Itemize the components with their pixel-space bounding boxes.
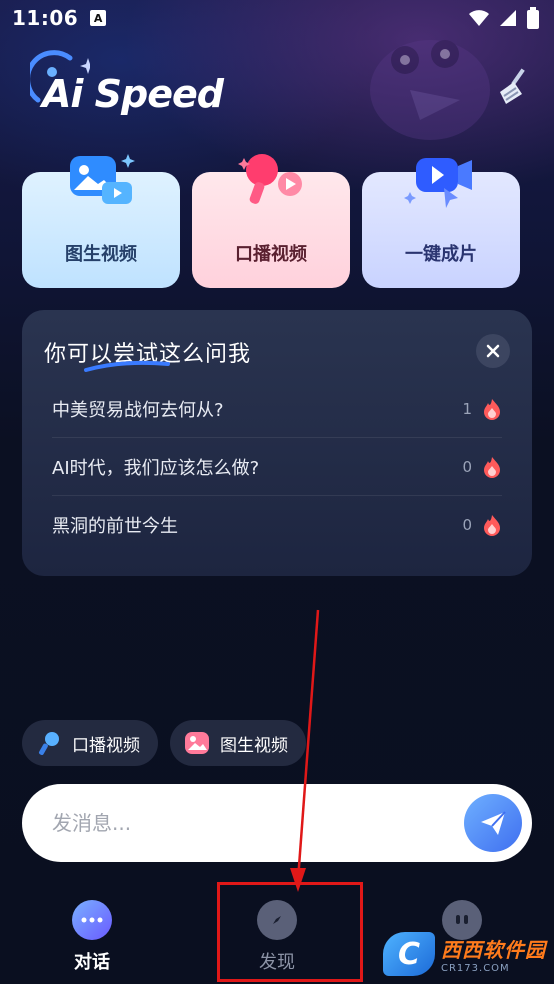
bottom-navigation: 对话 发现	[0, 890, 554, 984]
fire-icon	[484, 399, 500, 420]
quick-action-chips: 口播视频 图生视频	[22, 720, 306, 766]
nav-label: 发现	[259, 952, 295, 973]
chip-label: 图生视频	[220, 735, 288, 756]
feature-card-talking-video[interactable]: 口播视频	[192, 154, 350, 288]
suggestion-item[interactable]: AI时代，我们应该怎么做? 0	[52, 438, 502, 496]
microphone-icon	[39, 732, 59, 755]
close-suggestions-button[interactable]	[476, 334, 510, 368]
feature-label: 口播视频	[235, 244, 307, 265]
status-time: 11:06	[12, 6, 79, 30]
feature-card-image-to-video[interactable]: 图生视频	[22, 154, 180, 288]
chip-label: 口播视频	[72, 735, 140, 756]
suggestion-text: AI时代，我们应该怎么做?	[52, 457, 260, 479]
suggestion-item[interactable]: 黑洞的前世今生 0	[52, 496, 502, 554]
compass-icon	[257, 900, 297, 940]
profile-face-icon	[442, 900, 482, 940]
chip-image-video[interactable]: 图生视频	[170, 720, 306, 766]
nav-tab-discover[interactable]: 发现	[217, 890, 337, 974]
suggestion-text: 中美贸易战何去何从?	[52, 399, 224, 421]
hot-count: 0	[462, 516, 472, 534]
hot-count: 1	[462, 399, 472, 418]
logo-text: Ai Speed	[42, 72, 224, 116]
send-icon	[481, 811, 506, 835]
image-video-icon	[70, 154, 135, 204]
suggestion-text: 黑洞的前世今生	[52, 516, 178, 537]
suggestion-item[interactable]: 中美贸易战何去何从? 1	[52, 380, 502, 438]
message-composer	[22, 784, 532, 862]
close-icon	[486, 344, 500, 358]
nav-label: 对话	[74, 952, 110, 973]
suggestion-panel: 你可以尝试这么问我 中美贸易战何去何从? 1 AI时代，我们应该怎么做? 0 黑…	[22, 310, 532, 576]
message-input[interactable]	[52, 811, 432, 835]
broom-icon[interactable]	[494, 66, 534, 106]
one-click-video-icon	[404, 158, 472, 208]
hot-count: 0	[462, 457, 472, 476]
image-icon	[185, 732, 209, 754]
fire-icon	[484, 515, 500, 536]
chat-bubble-icon	[72, 900, 112, 940]
mascot-illustration	[370, 40, 490, 140]
feature-card-one-click[interactable]: 一键成片	[362, 158, 520, 288]
feature-label: 图生视频	[65, 244, 137, 265]
chip-talking-video[interactable]: 口播视频	[22, 720, 158, 766]
fire-icon	[484, 457, 500, 478]
nav-tab-chat[interactable]: 对话	[32, 890, 152, 974]
battery-icon	[527, 7, 539, 29]
feature-cards: 图生视频 口播视频 一键成片	[22, 154, 532, 290]
status-a-badge: A	[90, 10, 107, 26]
microphone-video-icon	[238, 154, 302, 204]
nav-tab-profile[interactable]	[402, 890, 522, 948]
suggestion-list: 中美贸易战何去何从? 1 AI时代，我们应该怎么做? 0 黑洞的前世今生 0	[52, 380, 502, 554]
feature-label: 一键成片	[405, 244, 477, 265]
title-underline-decoration	[84, 360, 170, 372]
app-logo: Ai Speed	[30, 50, 224, 120]
send-button[interactable]	[464, 794, 522, 852]
